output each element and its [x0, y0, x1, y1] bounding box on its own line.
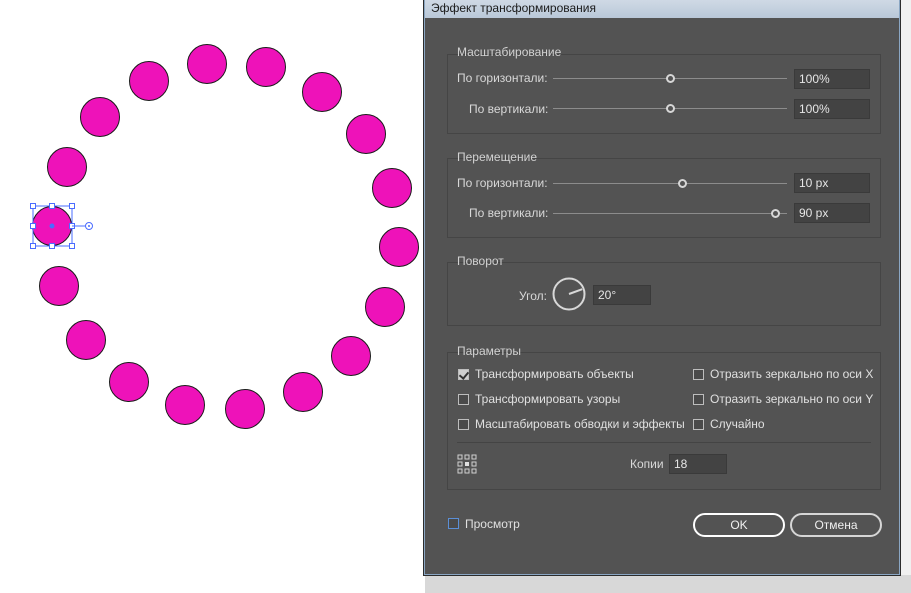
- preview-label[interactable]: Просмотр: [465, 517, 520, 531]
- scale-vertical-field[interactable]: 100%: [794, 99, 870, 119]
- reflect-y-label[interactable]: Отразить зеркально по оси Y: [710, 392, 873, 406]
- scale-horizontal-label: По горизонтали:: [457, 71, 548, 85]
- scale-strokes-checkbox[interactable]: [458, 419, 469, 430]
- circle-copy[interactable]: [372, 168, 412, 208]
- transform-objects-checkbox[interactable]: [458, 369, 469, 380]
- copies-label: Копии: [630, 457, 664, 471]
- circle-copy[interactable]: [246, 47, 286, 87]
- circle-copy[interactable]: [283, 372, 323, 412]
- move-horizontal-slider[interactable]: [553, 183, 787, 184]
- move-horizontal-field[interactable]: 10 px: [794, 173, 870, 193]
- circle-copy[interactable]: [109, 362, 149, 402]
- reference-point-grid-icon[interactable]: [457, 454, 477, 474]
- angle-dial-icon[interactable]: [552, 277, 586, 311]
- dialog-title-bar[interactable]: Эффект трансформирования: [425, 0, 899, 18]
- move-horizontal-slider-thumb[interactable]: [677, 179, 687, 188]
- scale-horizontal-field[interactable]: 100%: [794, 69, 870, 89]
- scale-group: [447, 54, 881, 134]
- circle-copy[interactable]: [66, 320, 106, 360]
- scale-horizontal-slider-thumb[interactable]: [666, 74, 675, 83]
- move-vertical-slider[interactable]: [553, 213, 787, 214]
- move-group: [447, 158, 881, 238]
- circle-copy[interactable]: [80, 97, 120, 137]
- transform-objects-label[interactable]: Трансформировать объекты: [475, 367, 634, 381]
- scale-strokes-label[interactable]: Масштабировать обводки и эффекты: [475, 417, 685, 431]
- bottom-panel-bar: [425, 575, 911, 593]
- rotate-group: [447, 262, 881, 326]
- reflect-x-label[interactable]: Отразить зеркально по оси X: [710, 367, 873, 381]
- scale-vertical-label: По вертикали:: [469, 102, 549, 116]
- move-group-title: Перемещение: [457, 150, 537, 164]
- move-vertical-label: По вертикали:: [469, 206, 549, 220]
- dialog-title: Эффект трансформирования: [431, 1, 596, 15]
- options-group-title: Параметры: [457, 344, 521, 358]
- scale-group-title: Масштабирование: [457, 45, 562, 59]
- ok-button[interactable]: OK: [693, 513, 785, 537]
- circles-artwork[interactable]: [0, 0, 425, 593]
- artboard-canvas[interactable]: [0, 0, 425, 593]
- random-label[interactable]: Случайно: [710, 417, 765, 431]
- circle-copy[interactable]: [346, 114, 386, 154]
- circle-copy[interactable]: [39, 266, 79, 306]
- preview-checkbox[interactable]: [448, 518, 459, 529]
- move-vertical-field[interactable]: 90 px: [794, 203, 870, 223]
- scale-vertical-slider-thumb[interactable]: [666, 104, 675, 113]
- circle-copy[interactable]: [47, 147, 87, 187]
- circle-copy[interactable]: [187, 44, 227, 84]
- copies-field[interactable]: 18: [669, 454, 727, 474]
- move-horizontal-label: По горизонтали:: [457, 176, 548, 190]
- circle-copy[interactable]: [165, 385, 205, 425]
- cancel-button[interactable]: Отмена: [790, 513, 882, 537]
- circle-copy[interactable]: [129, 61, 169, 101]
- transform-effect-dialog: Эффект трансформирования Масштабирование…: [424, 0, 900, 575]
- transform-patterns-checkbox[interactable]: [458, 394, 469, 405]
- options-separator: [457, 442, 871, 443]
- circle-copy[interactable]: [331, 336, 371, 376]
- rotate-group-title: Поворот: [457, 254, 504, 268]
- transform-patterns-label[interactable]: Трансформировать узоры: [475, 392, 620, 406]
- circle-copy[interactable]: [379, 227, 419, 267]
- angle-field[interactable]: 20°: [593, 285, 651, 305]
- panel-edge: [900, 0, 911, 593]
- circle-copy[interactable]: [225, 389, 265, 429]
- reflect-y-checkbox[interactable]: [693, 394, 704, 405]
- angle-label: Угол:: [519, 289, 547, 303]
- random-checkbox[interactable]: [693, 419, 704, 430]
- circle-copy[interactable]: [302, 72, 342, 112]
- reflect-x-checkbox[interactable]: [693, 369, 704, 380]
- circle-copy[interactable]: [365, 287, 405, 327]
